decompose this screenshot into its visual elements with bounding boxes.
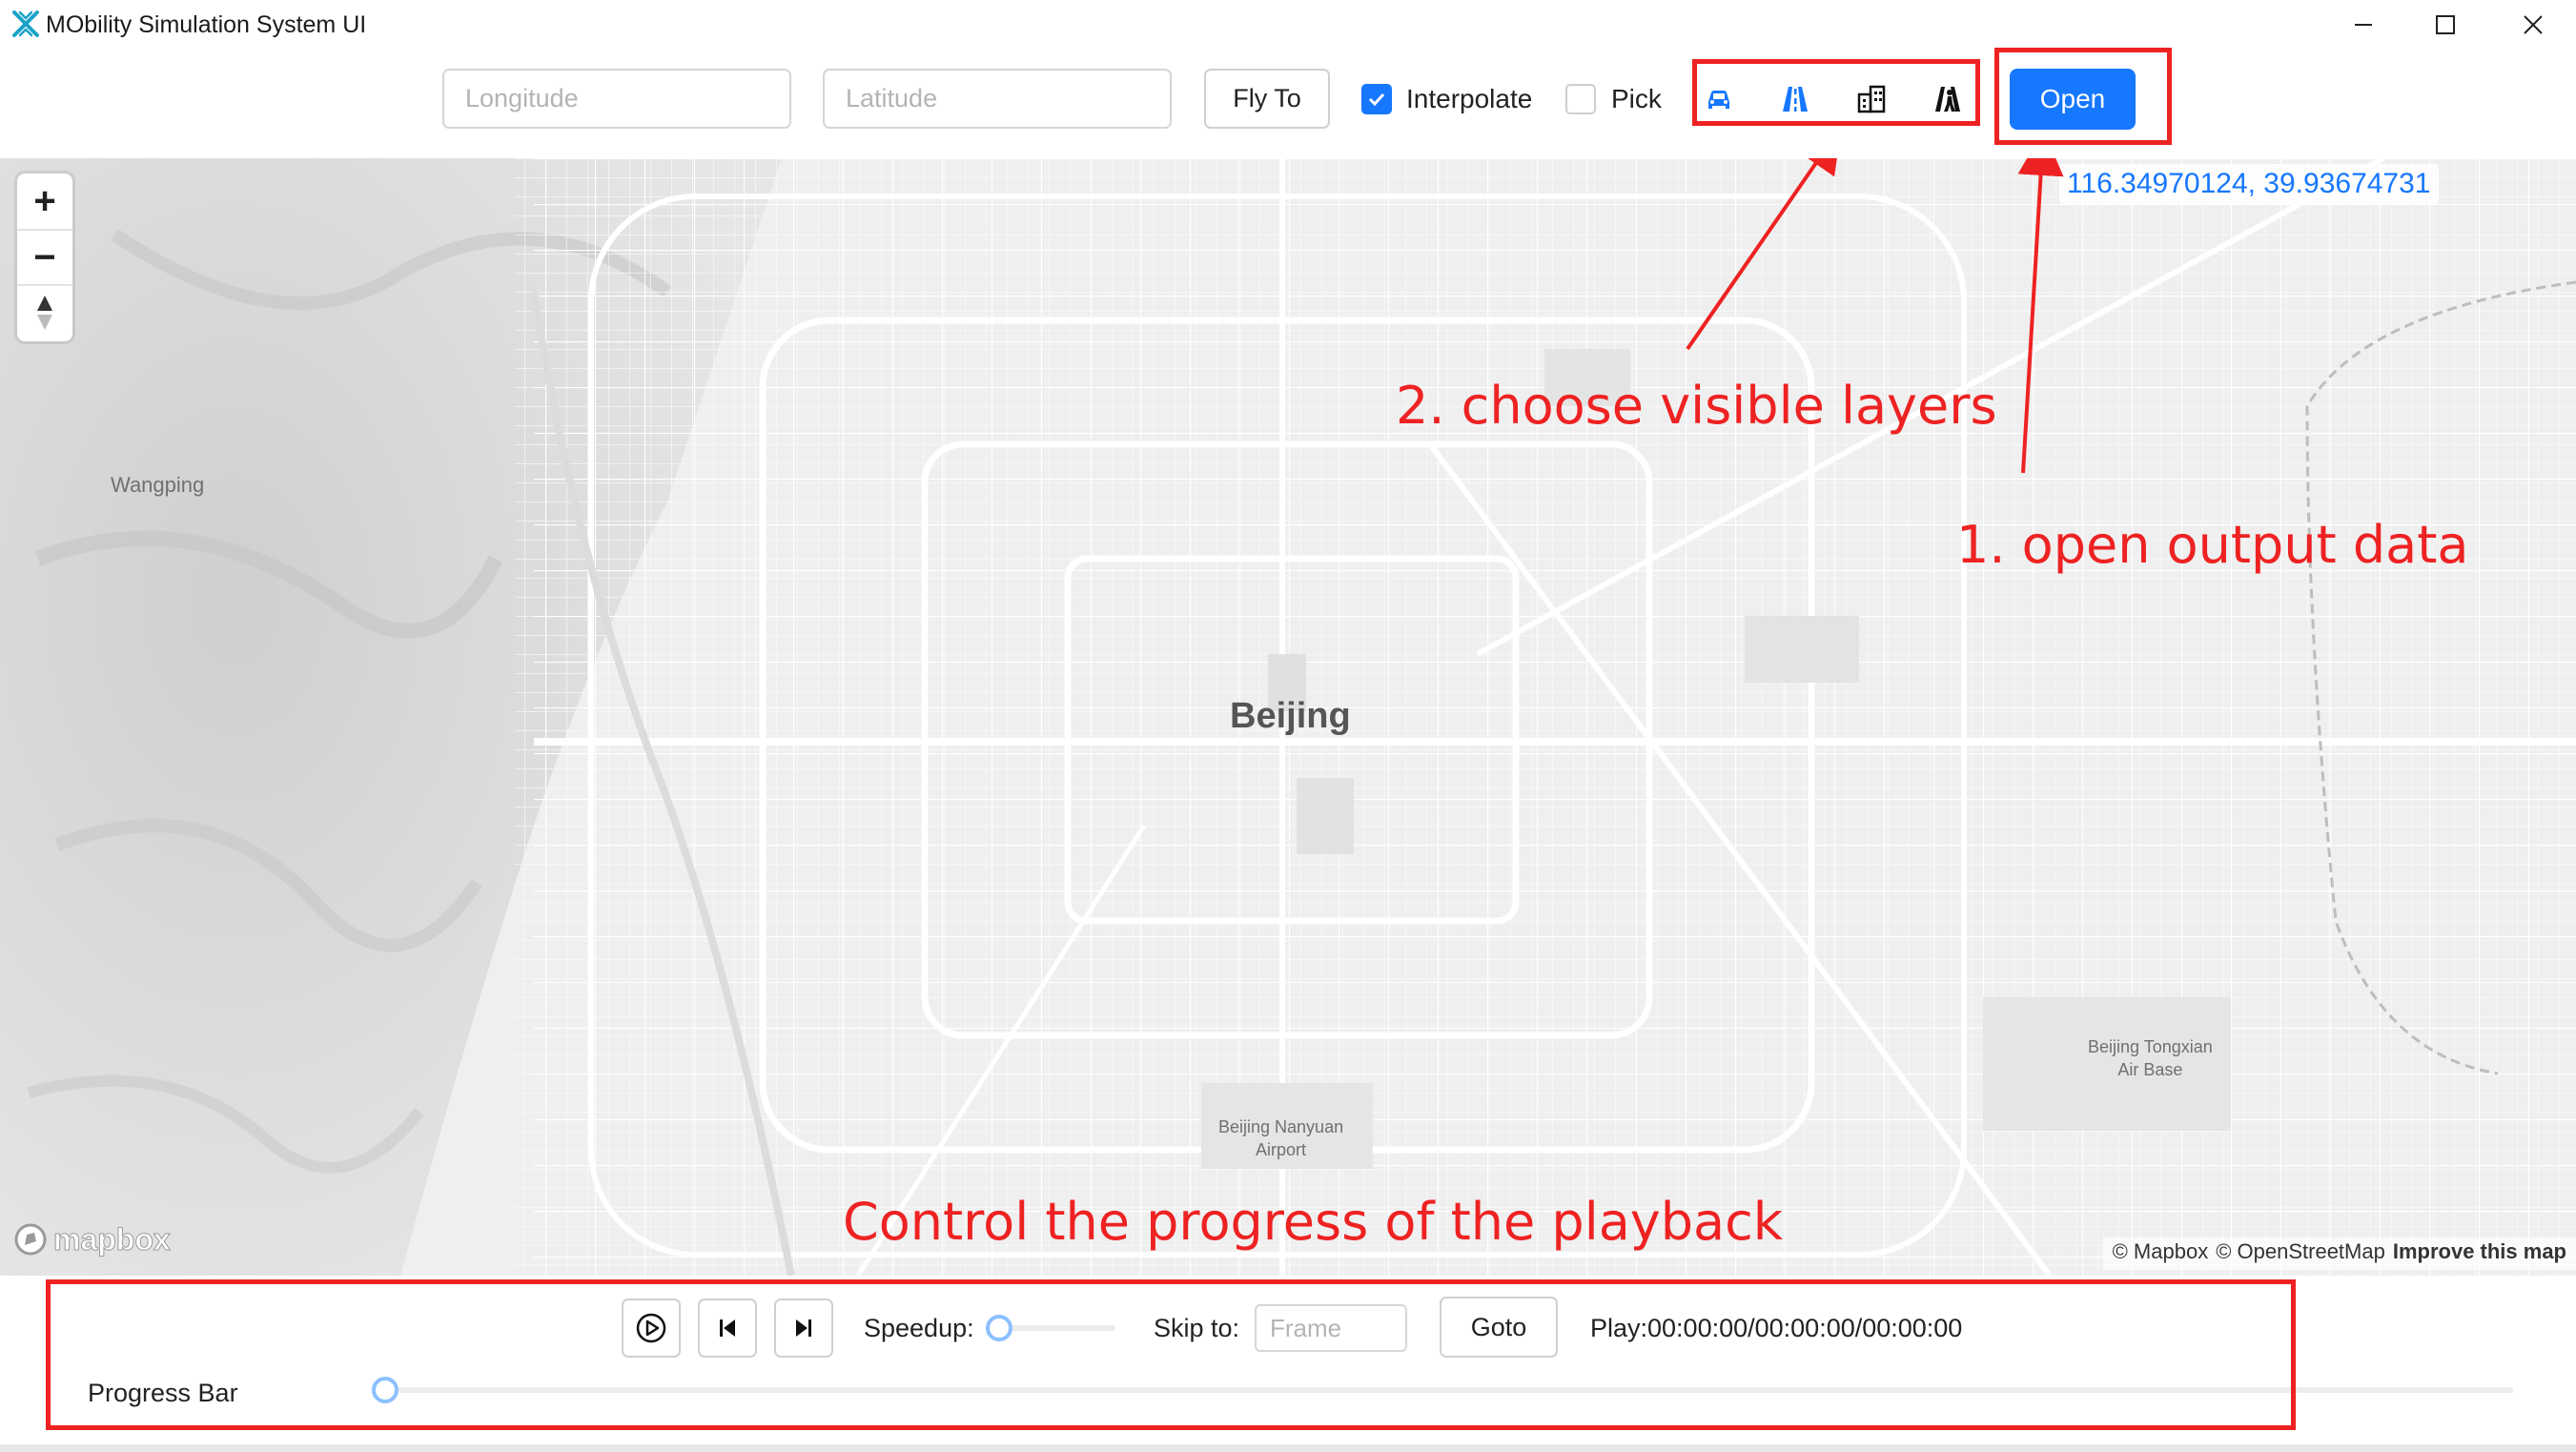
pick-label: Pick <box>1611 84 1662 113</box>
previous-frame-button[interactable] <box>698 1299 757 1358</box>
skip-to-label: Skip to: <box>1154 1314 1240 1342</box>
fly-to-button[interactable]: Fly To <box>1204 69 1330 129</box>
skip-forward-icon <box>796 1319 811 1337</box>
goto-button[interactable]: Goto <box>1440 1297 1558 1358</box>
window-titlebar: MObility Simulation System UI <box>0 0 2576 50</box>
latitude-input[interactable] <box>823 69 1172 129</box>
interpolate-label: Interpolate <box>1406 84 1533 113</box>
close-button[interactable] <box>2492 0 2574 50</box>
play-circle-icon <box>636 1313 666 1343</box>
progress-slider-handle[interactable] <box>372 1377 399 1403</box>
checkmark-icon <box>1368 92 1385 107</box>
mapbox-wordmark: mapbox <box>53 1221 172 1257</box>
progress-slider-track[interactable] <box>381 1387 2513 1393</box>
attribution-mapbox-link[interactable]: © Mapbox <box>2113 1239 2209 1268</box>
road-layer-toggle[interactable] <box>1776 80 1814 118</box>
maximize-icon <box>2436 15 2455 34</box>
play-button[interactable] <box>622 1299 681 1358</box>
minimize-button[interactable] <box>2322 0 2404 50</box>
mapbox-icon <box>14 1223 47 1256</box>
speedup-label: Speedup: <box>864 1314 974 1342</box>
road-icon <box>1783 87 1808 112</box>
speedup-slider-handle[interactable] <box>986 1315 1012 1341</box>
minimize-icon <box>2355 24 2372 26</box>
maximize-button[interactable] <box>2404 0 2486 50</box>
app-logo-icon <box>12 10 39 37</box>
longitude-input[interactable] <box>442 69 791 129</box>
frame-input[interactable] <box>1255 1304 1407 1352</box>
progress-bar-label: Progress Bar <box>88 1379 238 1407</box>
map-view[interactable]: + − 116.34970124, 39.93674731 Beijing Wa… <box>0 158 2576 1276</box>
window-title: MObility Simulation System UI <box>46 11 367 38</box>
improve-map-link[interactable]: Improve this map <box>2393 1239 2566 1268</box>
mapbox-logo[interactable]: mapbox <box>13 1220 171 1258</box>
skip-back-icon <box>720 1319 735 1337</box>
pedestrian-road-icon <box>1935 87 1960 112</box>
arrow-to-layers <box>1686 158 1842 351</box>
arrow-to-open <box>2017 158 2064 474</box>
toolbar: Fly To Interpolate Pick <box>0 50 2576 158</box>
pedestrian-layer-toggle[interactable] <box>1929 80 1967 118</box>
interpolate-checkbox[interactable] <box>1361 84 1392 114</box>
next-frame-button[interactable] <box>774 1299 833 1358</box>
attribution-osm-link[interactable]: © OpenStreetMap <box>2216 1239 2385 1268</box>
car-layer-toggle[interactable] <box>1700 80 1738 118</box>
window-bottom-edge <box>0 1444 2576 1452</box>
building-icon <box>1857 85 1886 113</box>
map-attribution: © Mapbox © OpenStreetMap Improve this ma… <box>2102 1237 2576 1270</box>
playback-panel: Speedup: Skip to: Goto Play:00:00:00/00:… <box>0 1276 2576 1452</box>
close-icon <box>2524 15 2543 34</box>
annotation-arrows <box>1686 158 2064 474</box>
car-icon <box>1708 91 1729 109</box>
play-status-text: Play:00:00:00/00:00:00/00:00:00 <box>1590 1314 1963 1342</box>
open-button[interactable]: Open <box>2010 69 2136 130</box>
building-layer-toggle[interactable] <box>1852 80 1891 118</box>
pick-checkbox[interactable] <box>1565 84 1596 114</box>
